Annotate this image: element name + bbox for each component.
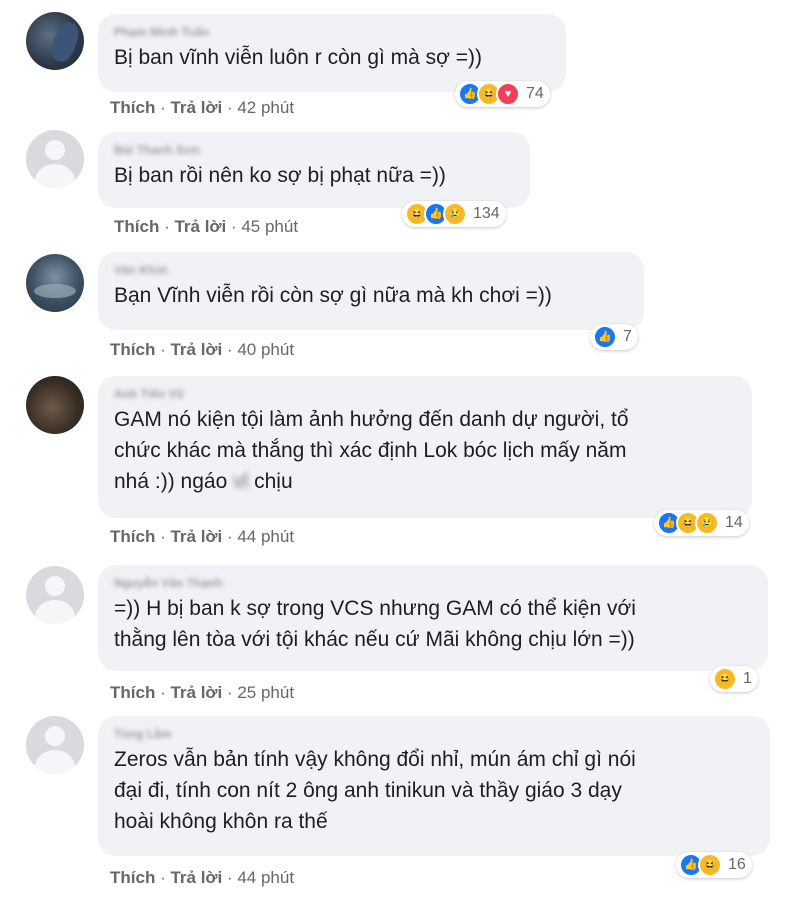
- comment-time[interactable]: 44 phút: [237, 868, 294, 887]
- reaction-count: 74: [526, 85, 544, 102]
- comment-bubble: Tùng Lâm Zeros vẫn bản tính vậy không đổ…: [98, 716, 770, 856]
- reaction-count: 1: [743, 670, 752, 687]
- like-icon: 👍: [593, 325, 617, 349]
- reply-link[interactable]: Trả lời: [170, 98, 222, 117]
- comment-author[interactable]: Văn Khởi: [114, 262, 628, 278]
- comment-text: Bị ban vĩnh viễn luôn r còn gì mà sợ =)): [114, 46, 483, 69]
- comment-bubble: Bùi Thanh Sơn Bị ban rồi nên ko sợ bị ph…: [98, 132, 530, 208]
- comment-author[interactable]: Bùi Thanh Sơn: [114, 142, 514, 158]
- comment-author[interactable]: Anh Tiến Vũ: [114, 386, 736, 402]
- comment-time[interactable]: 45 phút: [241, 217, 298, 236]
- like-link[interactable]: Thích: [110, 98, 155, 117]
- like-link[interactable]: Thích: [110, 683, 155, 702]
- comment-author[interactable]: Phạm Minh Tuấn: [114, 24, 550, 40]
- haha-icon: 😆: [713, 667, 737, 691]
- reaction-summary[interactable]: 👍 😆 ♥ 74: [455, 81, 550, 107]
- comment-text-line: Zeros vẫn bản tính vậy không đổi nhỉ, mú…: [114, 748, 636, 771]
- comment-bubble: Nguyễn Văn Thạnh =)) H bị ban k sợ trong…: [98, 565, 768, 671]
- reply-link[interactable]: Trả lời: [170, 868, 222, 887]
- reaction-summary[interactable]: 😆 👍 😢 134: [402, 201, 506, 227]
- reply-link[interactable]: Trả lời: [170, 340, 222, 359]
- comment-text: Bạn Vĩnh viễn rồi còn sợ gì nữa mà kh ch…: [114, 284, 552, 307]
- comment-time[interactable]: 40 phút: [237, 340, 294, 359]
- comment-time[interactable]: 42 phút: [237, 98, 294, 117]
- like-link[interactable]: Thích: [110, 340, 155, 359]
- sad-icon: 😢: [443, 202, 467, 226]
- comment-bubble: Anh Tiến Vũ GAM nó kiện tội làm ảnh hưởn…: [98, 376, 752, 518]
- like-link[interactable]: Thích: [110, 527, 155, 546]
- like-link[interactable]: Thích: [114, 217, 159, 236]
- avatar[interactable]: [26, 254, 84, 312]
- comment-text: Zeros vẫn bản tính vậy không đổi nhỉ, mú…: [114, 744, 754, 837]
- avatar[interactable]: [26, 716, 84, 774]
- comment-actions: Thích · Trả lời · 25 phút: [110, 683, 295, 702]
- reply-link[interactable]: Trả lời: [170, 683, 222, 702]
- comment-author[interactable]: Tùng Lâm: [114, 726, 754, 742]
- comment-actions: Thích · Trả lời · 45 phút: [114, 217, 299, 236]
- reaction-summary[interactable]: 👍 7: [590, 324, 638, 350]
- comment-time[interactable]: 25 phút: [237, 683, 294, 702]
- haha-icon: 😆: [698, 853, 722, 877]
- avatar[interactable]: [26, 566, 84, 624]
- reply-link[interactable]: Trả lời: [170, 527, 222, 546]
- comment-text-line: =)) H bị ban k sợ trong VCS nhưng GAM có…: [114, 597, 636, 620]
- reaction-count: 134: [473, 205, 500, 222]
- comment-actions: Thích · Trả lời · 42 phút: [110, 98, 295, 117]
- comment-text: =)) H bị ban k sợ trong VCS nhưng GAM có…: [114, 593, 752, 655]
- sad-icon: 😢: [695, 511, 719, 535]
- comment-text-line: đại đi, tính con nít 2 ông anh tinikun v…: [114, 779, 622, 802]
- reaction-summary[interactable]: 👍 😆 16: [676, 852, 752, 878]
- comment-text-line: nhá :)) ngáo vl chịu: [114, 466, 736, 497]
- like-link[interactable]: Thích: [110, 868, 155, 887]
- avatar[interactable]: [26, 12, 84, 70]
- reaction-count: 7: [623, 328, 632, 345]
- comment-text: GAM nó kiện tội làm ảnh hưởng đến danh d…: [114, 404, 736, 497]
- comment-bubble: Văn Khởi Bạn Vĩnh viễn rồi còn sợ gì nữa…: [98, 252, 644, 330]
- comment-text-part: nhá :)) ngáo: [114, 470, 228, 493]
- comment-actions: Thích · Trả lời · 40 phút: [110, 340, 295, 359]
- comment-time[interactable]: 44 phút: [237, 527, 294, 546]
- reaction-summary[interactable]: 👍 😆 😢 14: [654, 510, 749, 536]
- comment-text-part: chịu: [254, 470, 293, 493]
- reaction-count: 14: [725, 514, 743, 531]
- reaction-summary[interactable]: 😆 1: [710, 666, 758, 692]
- censored-word: vl: [233, 470, 249, 493]
- comment-actions: Thích · Trả lời · 44 phút: [110, 868, 295, 887]
- comment-author[interactable]: Nguyễn Văn Thạnh: [114, 575, 752, 591]
- reply-link[interactable]: Trả lời: [174, 217, 226, 236]
- comment-text-line: hoài không khôn ra thế: [114, 810, 328, 833]
- comment-actions: Thích · Trả lời · 44 phút: [110, 527, 295, 546]
- comment-text-line: thằng lên tòa với tội khác nếu cứ Mãi kh…: [114, 628, 635, 651]
- avatar[interactable]: [26, 376, 84, 434]
- avatar[interactable]: [26, 130, 84, 188]
- reaction-count: 16: [728, 856, 746, 873]
- comment-text-line: GAM nó kiện tội làm ảnh hưởng đến danh d…: [114, 408, 629, 431]
- comment-text: Bị ban rồi nên ko sợ bị phạt nữa =)): [114, 164, 446, 187]
- love-icon: ♥: [496, 82, 520, 106]
- comment-text-line: chức khác mà thắng thì xác định Lok bóc …: [114, 439, 627, 462]
